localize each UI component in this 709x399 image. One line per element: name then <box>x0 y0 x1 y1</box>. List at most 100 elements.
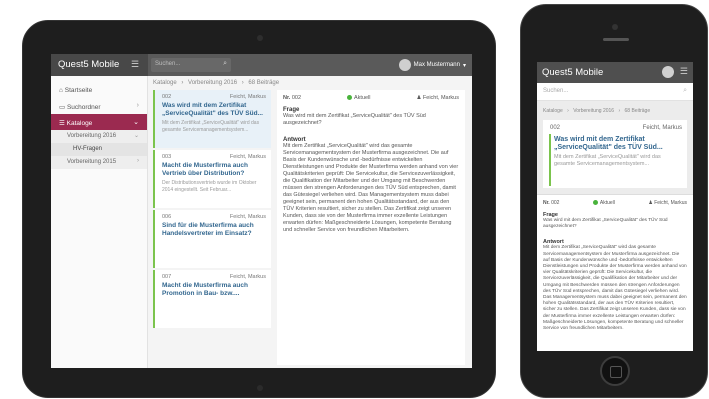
tablet-home-button <box>257 385 263 391</box>
detail-meta: Nr. 002 Aktuell ♟ Feicht, Markus <box>543 200 687 206</box>
phone-camera <box>612 24 618 30</box>
sidebar-item-suchordner[interactable]: ▭ Suchordner › <box>51 98 147 114</box>
sidebar-sub-label: Vorbereitung 2016 <box>67 133 117 139</box>
breadcrumb-separator: › <box>618 108 621 114</box>
top-bar: Quest5 Mobile ☰ Suchen... ⌕ Max Musterma… <box>51 54 472 76</box>
tablet-screen: Quest5 Mobile ☰ Suchen... ⌕ Max Musterma… <box>51 54 472 368</box>
breadcrumb-current[interactable]: Vorbereitung 2016 <box>573 108 614 114</box>
post-detail: Nr. 002 Aktuell ♟ Feicht, Markus Frage W… <box>277 90 465 365</box>
breadcrumb-count: 68 Beiträge <box>624 108 651 114</box>
breadcrumb-count: 68 Beiträge <box>248 80 280 86</box>
list-item[interactable]: 002 Feicht, Markus Was wird mit dem Zert… <box>543 120 687 188</box>
search-icon[interactable]: ⌕ <box>223 60 227 68</box>
detail-number-label: Nr. <box>543 200 550 206</box>
sidebar-item-startseite[interactable]: ⌂ Startseite <box>51 82 147 98</box>
status-badge: Aktuell <box>347 95 371 101</box>
list-item[interactable]: 007 Feicht, Markus Macht die Musterfirma… <box>153 270 271 328</box>
tablet-device: Quest5 Mobile ☰ Suchen... ⌕ Max Musterma… <box>22 20 496 398</box>
breadcrumb: Kataloge › Vorbereitung 2016 › 68 Beiträ… <box>153 80 282 86</box>
breadcrumb: Kataloge › Vorbereitung 2016 › 68 Beiträ… <box>543 108 653 114</box>
post-excerpt: Mit dem Zertifikat „ServiceQualität" wir… <box>554 154 661 167</box>
sidebar-sub-label: HV-Fragen <box>73 146 103 152</box>
detail-meta: Nr. 002 Aktuell ♟ Feicht, Markus <box>283 95 459 101</box>
breadcrumb-current[interactable]: Vorbereitung 2016 <box>188 80 237 86</box>
question-text: Was wird mit dem Zertifikat „ServiceQual… <box>283 113 426 126</box>
user-name: Max Mustermann <box>413 62 460 68</box>
tablet-camera <box>257 35 263 41</box>
post-title: Macht die Musterfirma auch Vertrieb über… <box>162 162 248 177</box>
sidebar-sub-hv-fragen[interactable]: HV-Fragen <box>51 143 147 156</box>
post-author: Feicht, Markus <box>642 125 682 131</box>
chevron-right-icon: › <box>136 102 139 109</box>
post-list: 002 Feicht, Markus Was wird mit dem Zert… <box>153 90 271 360</box>
phone-home-button <box>600 356 630 386</box>
detail-number: Nr. 002 <box>283 95 301 101</box>
top-bar: Quest5 Mobile ☰ <box>537 62 693 83</box>
search-input[interactable]: Suchen... ⌕ <box>151 58 231 72</box>
avatar[interactable] <box>662 66 674 78</box>
chevron-down-icon: ⌄ <box>133 119 139 126</box>
status-dot-icon <box>347 95 352 101</box>
post-title: Was wird mit dem Zertifikat „ServiceQual… <box>554 136 663 151</box>
answer-text: Mit dem Zertifikat „ServiceQualität" wir… <box>543 245 687 332</box>
detail-author-name: Feicht, Markus <box>654 200 687 206</box>
detail-number: Nr. 002 <box>543 200 559 206</box>
list-item[interactable]: 003 Feicht, Markus Macht die Musterfirma… <box>153 150 271 208</box>
list-item[interactable]: 006 Feicht, Markus Sind für die Musterfi… <box>153 210 271 268</box>
sidebar-item-label: Kataloge <box>66 120 93 127</box>
phone-speaker <box>603 38 629 41</box>
breadcrumb-separator: › <box>567 108 569 114</box>
avatar <box>398 59 411 71</box>
question-text: Was wird mit dem Zertifikat „ServiceQual… <box>543 218 668 230</box>
list-icon: ☰ <box>59 120 67 127</box>
app-brand: Quest5 Mobile <box>542 67 604 78</box>
post-title: Macht die Musterfirma auch Promotion in … <box>162 282 248 297</box>
device-showcase: Quest5 Mobile ☰ Suchen... ⌕ Max Musterma… <box>0 0 709 399</box>
post-detail: Nr. 002 Aktuell ♟ Feicht, Markus Frage W… <box>537 194 693 351</box>
post-title: Sind für die Musterfirma auch Handelsver… <box>162 222 254 237</box>
detail-author: ♟ Feicht, Markus <box>416 95 459 101</box>
detail-number-label: Nr. <box>283 95 291 101</box>
status-label: Aktuell <box>354 95 371 101</box>
sidebar-item-kataloge[interactable]: ☰ Kataloge ⌄ <box>51 114 147 130</box>
search-placeholder: Suchen... <box>155 61 181 67</box>
chevron-down-icon: ▾ <box>462 62 466 69</box>
chevron-right-icon: › <box>137 158 139 164</box>
breadcrumb-root[interactable]: Kataloge <box>153 80 177 86</box>
status-label: Aktuell <box>599 200 615 206</box>
sidebar-item-label: Suchordner <box>66 104 101 111</box>
post-author: Feicht, Markus <box>229 214 266 220</box>
breadcrumb-separator: › <box>181 80 184 86</box>
sidebar-sub-vorbereitung-2016[interactable]: Vorbereitung 2016 ⌄ <box>51 130 147 143</box>
breadcrumb-root[interactable]: Kataloge <box>543 108 563 114</box>
folder-icon: ▭ <box>59 104 67 111</box>
post-excerpt: Der Distributionsvertrieb wurde im Oktob… <box>162 180 257 193</box>
post-author: Feicht, Markus <box>229 154 266 160</box>
sidebar-sub-vorbereitung-2015[interactable]: Vorbereitung 2015 › <box>51 156 147 169</box>
post-title: Was wird mit dem Zertifikat „ServiceQual… <box>162 102 263 117</box>
answer-text: Mit dem Zertifikat „ServiceQualität" wir… <box>283 143 459 233</box>
post-excerpt: Mit dem Zertifikat „ServiceQualität" wir… <box>162 120 260 133</box>
sidebar-item-label: Startseite <box>64 87 93 94</box>
hamburger-icon[interactable]: ☰ <box>680 66 688 77</box>
detail-author-name: Feicht, Markus <box>422 95 459 101</box>
status-dot-icon <box>592 200 598 206</box>
sidebar: ⌂ Startseite ▭ Suchordner › ☰ Kataloge ⌄… <box>51 76 148 368</box>
user-menu[interactable]: Max Mustermann ▾ <box>398 59 466 71</box>
search-input[interactable]: Suchen... ⌕ <box>537 83 693 101</box>
sidebar-sub-label: Vorbereitung 2015 <box>67 159 117 165</box>
post-author: Feicht, Markus <box>229 94 266 100</box>
detail-number-value: 002 <box>291 95 302 101</box>
breadcrumb-separator: › <box>241 80 244 86</box>
chevron-down-icon: ⌄ <box>133 133 139 139</box>
phone-device: Quest5 Mobile ☰ Suchen... ⌕ Kataloge › V… <box>520 4 708 398</box>
detail-number-value: 002 <box>551 200 560 206</box>
detail-author: ♟ Feicht, Markus <box>648 200 687 206</box>
status-badge: Aktuell <box>592 200 615 206</box>
search-placeholder: Suchen... <box>543 88 569 94</box>
search-icon[interactable]: ⌕ <box>683 87 687 95</box>
list-item[interactable]: 002 Feicht, Markus Was wird mit dem Zert… <box>153 90 271 148</box>
hamburger-icon[interactable]: ☰ <box>131 59 139 70</box>
phone-screen: Quest5 Mobile ☰ Suchen... ⌕ Kataloge › V… <box>537 62 693 351</box>
post-author: Feicht, Markus <box>229 274 266 280</box>
